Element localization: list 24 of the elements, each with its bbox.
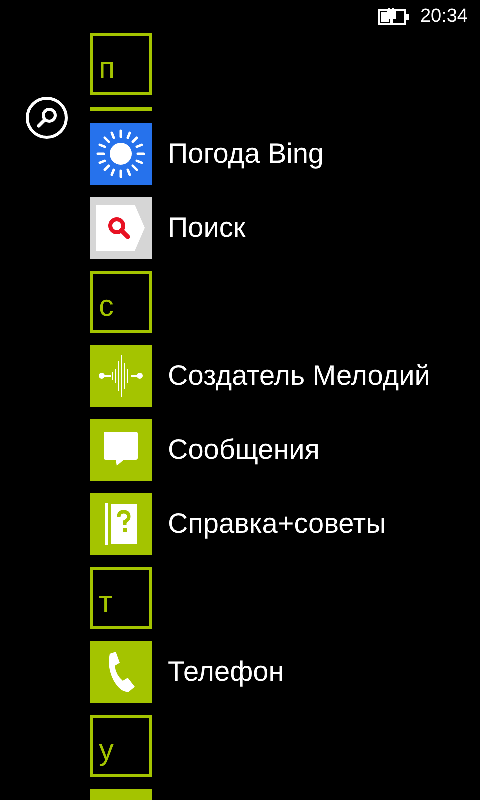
app-name[interactable]: Справка+советы bbox=[168, 508, 386, 540]
app-tile[interactable] bbox=[90, 345, 152, 407]
battery-charging-icon bbox=[378, 8, 410, 26]
search-icon[interactable] bbox=[25, 96, 69, 140]
app-tile[interactable] bbox=[90, 493, 152, 555]
app-tile[interactable] bbox=[90, 197, 152, 259]
sound-wave-icon bbox=[98, 353, 144, 399]
app-name[interactable]: Создатель Мелодий bbox=[168, 360, 430, 392]
app-tile[interactable] bbox=[90, 419, 152, 481]
help-book-icon bbox=[105, 503, 137, 545]
app-tile[interactable] bbox=[90, 641, 152, 703]
letter-tile[interactable]: у bbox=[90, 715, 152, 777]
phone-handset-icon bbox=[106, 651, 136, 693]
letter-tile[interactable]: т bbox=[90, 567, 152, 629]
app-name[interactable]: Поиск bbox=[168, 212, 246, 244]
letter-tile[interactable]: п bbox=[90, 33, 152, 95]
app-name[interactable]: Телефон bbox=[168, 656, 284, 688]
app-name[interactable]: Погода Bing bbox=[168, 138, 324, 170]
letter-tile[interactable]: с bbox=[90, 271, 152, 333]
clock-time: 20:34 bbox=[420, 6, 468, 28]
app-name[interactable]: Сообщения bbox=[168, 434, 320, 466]
speech-bubble-icon bbox=[102, 431, 140, 469]
sun-icon bbox=[96, 129, 146, 179]
app-tile[interactable] bbox=[90, 123, 152, 185]
